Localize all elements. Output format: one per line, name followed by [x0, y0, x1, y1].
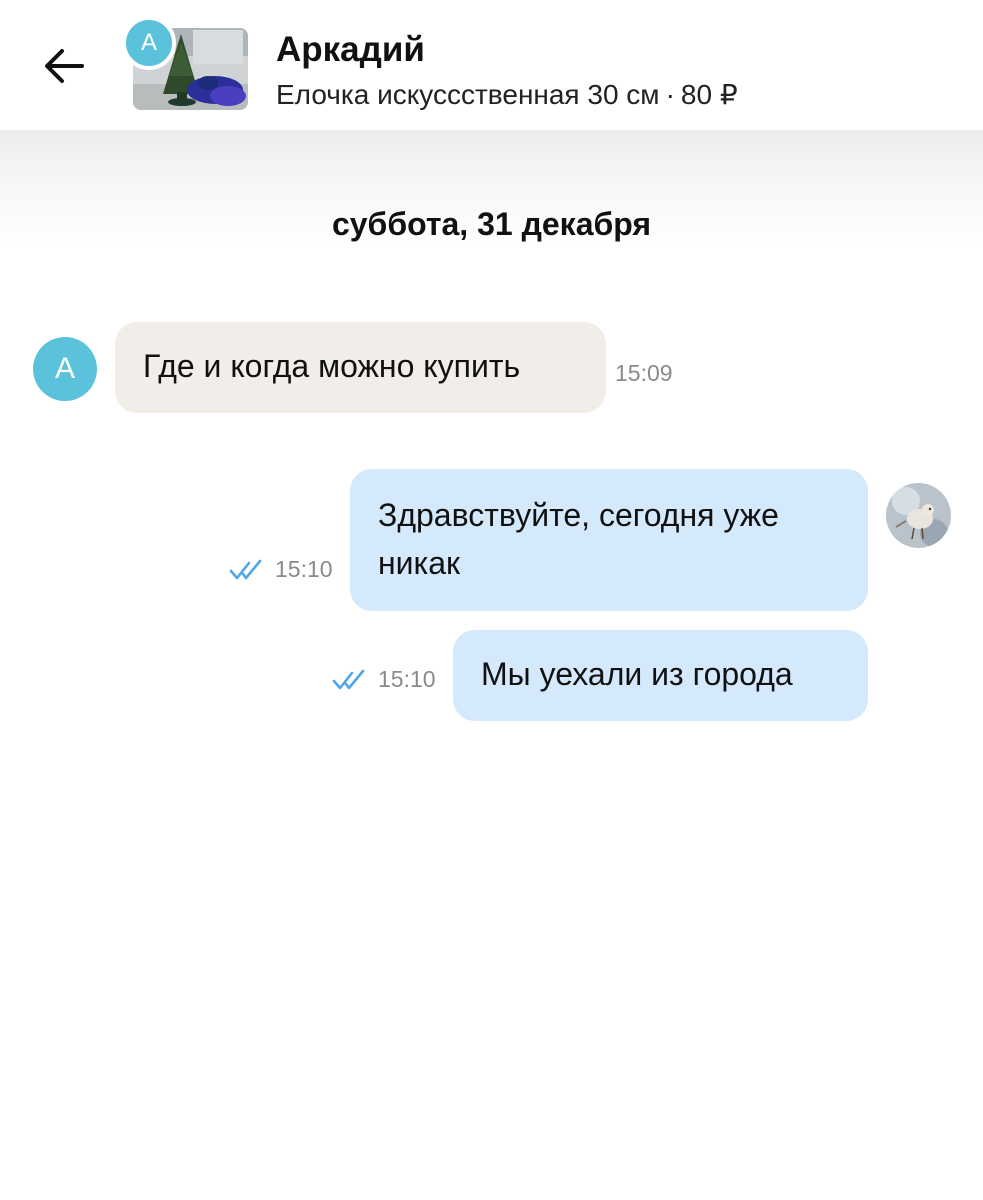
- chat-header: А Аркадий Елочка искусccтвенная 30 см · 80…: [0, 0, 983, 130]
- item-price: 80 ₽: [680, 79, 738, 110]
- contact-name[interactable]: Аркадий: [276, 30, 425, 70]
- message-text: Где и когда можно купить: [143, 348, 521, 384]
- outgoing-message[interactable]: Мы уехали из города: [453, 630, 868, 721]
- message-text: Мы уехали из города: [481, 656, 793, 692]
- double-check-icon: [229, 559, 262, 579]
- message-text-line: никак: [378, 545, 461, 581]
- bird-avatar-image: [886, 483, 951, 548]
- back-button[interactable]: [36, 38, 92, 94]
- outgoing-message[interactable]: Здравствуйте, сегодня уже никак: [350, 469, 868, 611]
- chat-screen: А Аркадий Елочка искусccтвенная 30 см · 80…: [0, 0, 983, 1200]
- contact-initial-badge: А: [122, 16, 176, 70]
- sender-avatar[interactable]: А: [33, 337, 97, 401]
- my-avatar[interactable]: [886, 483, 951, 548]
- message-time: 15:09: [615, 360, 673, 386]
- message-time: 15:10: [275, 556, 333, 582]
- message-time: 15:10: [378, 666, 436, 692]
- arrow-left-icon: [45, 49, 84, 83]
- message-status: 15:10: [229, 556, 333, 583]
- item-title: Елочка искусccтвенная 30 см: [276, 79, 660, 110]
- message-text-line: Здравствуйте, сегодня уже: [378, 497, 779, 533]
- incoming-message[interactable]: Где и когда можно купить: [115, 322, 606, 413]
- date-separator: суббота, 31 декабря: [331, 206, 652, 242]
- separator: ·: [665, 79, 675, 110]
- double-check-icon: [332, 669, 365, 689]
- message-status: 15:10: [332, 666, 436, 693]
- item-info[interactable]: Елочка искусccтвенная 30 см · 80 ₽: [276, 78, 738, 111]
